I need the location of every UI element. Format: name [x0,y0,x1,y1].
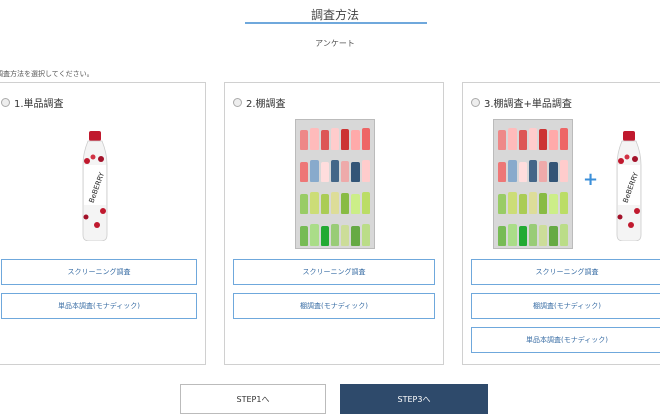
card-label-2[interactable]: 2.棚調査 [233,95,286,110]
step1-button[interactable]: STEP1へ [180,384,326,414]
bottle-image: BeBERRY [616,131,642,241]
shelf-image [493,119,573,249]
card-single-item[interactable]: 1.単品調査 BeBERRY スクリーニング調査 単品本調査(モナディック) [0,82,206,365]
shelf-image [295,119,375,249]
plus-icon: + [583,169,599,190]
option-single-main[interactable]: 単品本調査(モナディック) [471,327,660,353]
option-screening[interactable]: スクリーニング調査 [471,259,660,285]
page-subtitle: アンケート [315,39,355,48]
card-shelf-and-single[interactable]: 3.棚調査+単品調査 + BeBERRY スクリーニング調査 棚調査(モナディッ… [462,82,660,365]
card-title: 2.棚調査 [246,99,286,110]
card-label-1[interactable]: 1.単品調査 [1,95,64,110]
option-screening[interactable]: スクリーニング調査 [1,259,197,285]
page-title: 調査方法 [310,8,359,22]
option-shelf-main[interactable]: 棚調査(モナディック) [233,293,435,319]
card-label-3[interactable]: 3.棚調査+単品調査 [471,95,572,110]
card-title: 3.棚調査+単品調査 [484,99,572,110]
option-shelf-main[interactable]: 棚調査(モナディック) [471,293,660,319]
card-title: 1.単品調査 [14,99,64,110]
radio-icon[interactable] [471,98,480,107]
option-screening[interactable]: スクリーニング調査 [233,259,435,285]
instruction-text: 調査方法を選択してください。 [0,70,94,78]
step3-button[interactable]: STEP3へ [340,384,488,414]
radio-icon[interactable] [233,98,242,107]
radio-icon[interactable] [1,98,10,107]
option-single-main[interactable]: 単品本調査(モナディック) [1,293,197,319]
title-underline [245,22,427,24]
bottle-image: BeBERRY [82,131,108,241]
card-shelf[interactable]: 2.棚調査 スクリーニング調査 棚調査(モナディック) [224,82,444,365]
